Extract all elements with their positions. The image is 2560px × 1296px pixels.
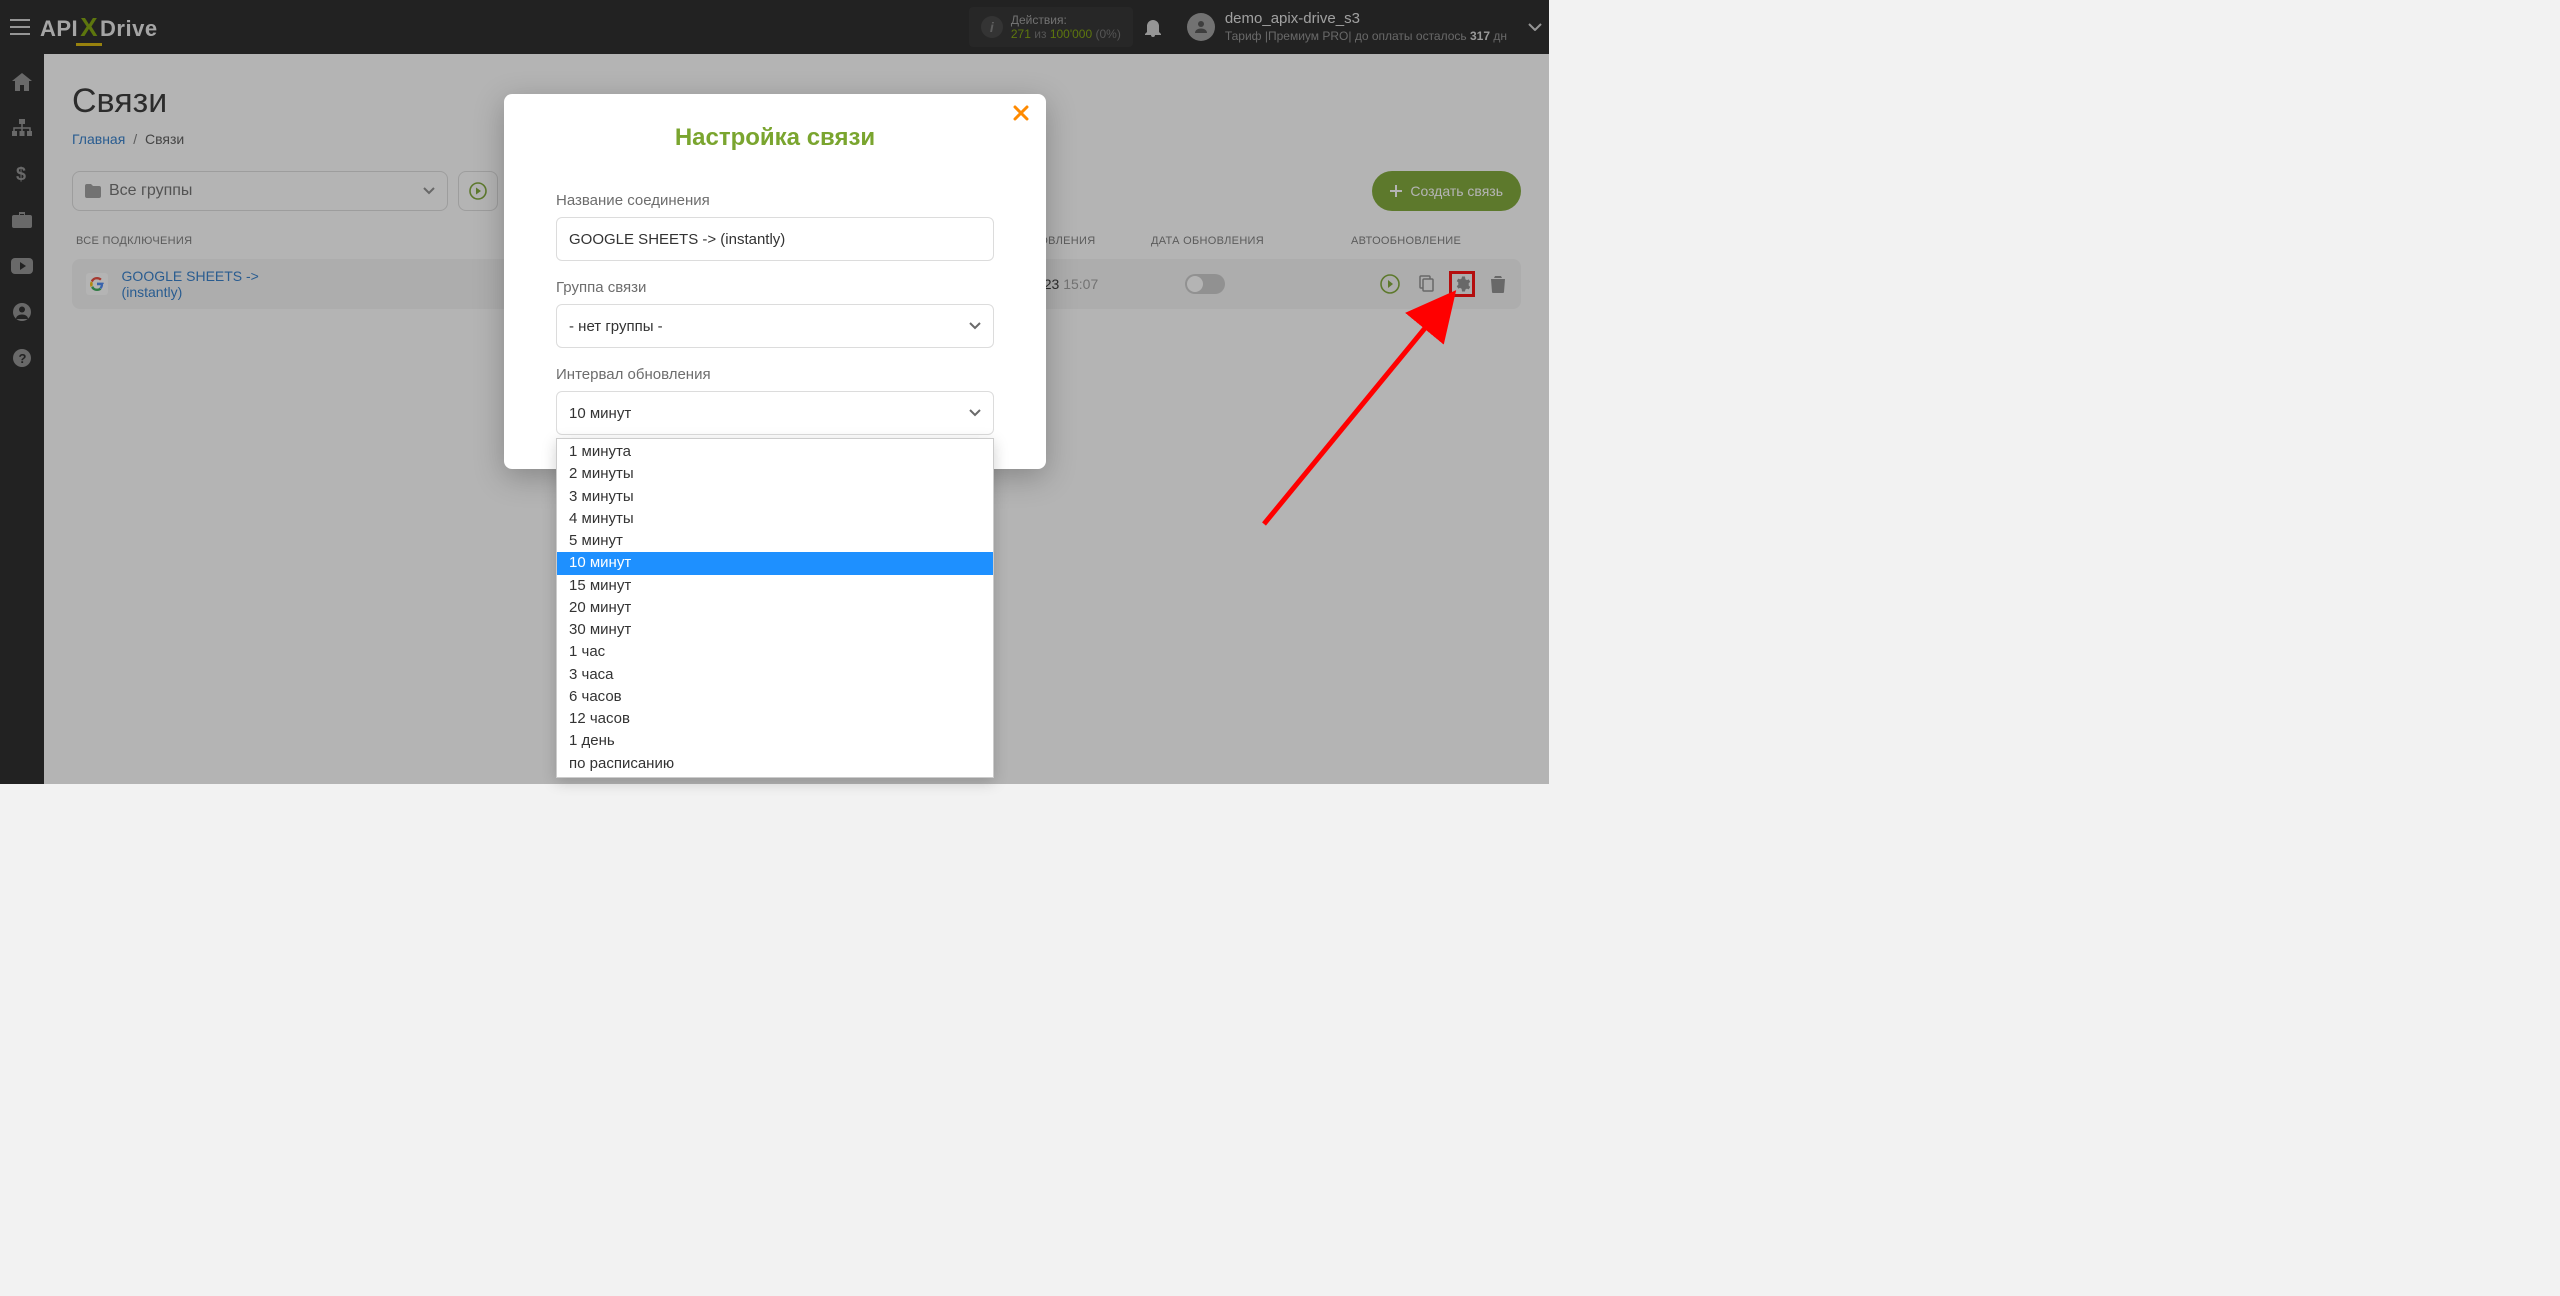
modal-title: Настройка связи xyxy=(504,124,1046,152)
interval-select-value: 10 минут xyxy=(569,405,631,422)
field-label-name: Название соединения xyxy=(556,192,994,209)
interval-option[interactable]: 1 минута xyxy=(557,441,993,463)
interval-option[interactable]: 30 минут xyxy=(557,619,993,641)
chevron-down-icon xyxy=(969,322,981,330)
interval-option[interactable]: 3 часа xyxy=(557,664,993,686)
interval-option[interactable]: 2 минуты xyxy=(557,463,993,485)
group-select-value: - нет группы - xyxy=(569,318,663,335)
field-label-interval: Интервал обновления xyxy=(556,366,994,383)
interval-option[interactable]: 1 день xyxy=(557,730,993,752)
interval-dropdown-list: 1 минута2 минуты3 минуты4 минуты5 минут1… xyxy=(556,438,994,778)
interval-option[interactable]: 1 час xyxy=(557,641,993,663)
interval-option[interactable]: 20 минут xyxy=(557,597,993,619)
field-label-group: Группа связи xyxy=(556,279,994,296)
interval-option[interactable]: 15 минут xyxy=(557,575,993,597)
interval-option[interactable]: 6 часов xyxy=(557,686,993,708)
interval-option[interactable]: 12 часов xyxy=(557,708,993,730)
connection-settings-modal: Настройка связи Название соединения Груп… xyxy=(504,94,1046,469)
chevron-down-icon xyxy=(969,409,981,417)
interval-select[interactable]: 10 минут xyxy=(556,391,994,435)
interval-option[interactable]: 5 минут xyxy=(557,530,993,552)
interval-option[interactable]: по расписанию xyxy=(557,753,993,775)
interval-option[interactable]: 3 минуты xyxy=(557,486,993,508)
group-select[interactable]: - нет группы - xyxy=(556,304,994,348)
interval-option[interactable]: 4 минуты xyxy=(557,508,993,530)
interval-option[interactable]: 10 минут xyxy=(557,552,993,574)
close-modal-button[interactable] xyxy=(1012,104,1030,122)
connection-name-input[interactable] xyxy=(556,217,994,261)
